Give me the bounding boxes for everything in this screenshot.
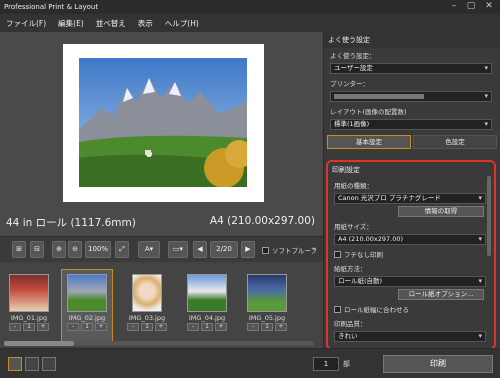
thumbnail-name: IMG_05.jpg [248,314,286,322]
menu-view[interactable]: 表示 [132,18,159,29]
menu-edit[interactable]: 編集(E) [52,18,90,29]
thumbnail-strip: IMG_01.jpg -1 + IMG_02.jpg -1 + IMG_03.jpg… [0,262,323,348]
fit-roll-checkbox[interactable]: ロール紙幅に合わせる [328,302,494,316]
copies-unit: 部 [343,360,350,368]
zoom-out-icon[interactable]: ⊖ [68,241,82,258]
printer-label: プリンター： [330,80,369,88]
text-tool-icon[interactable]: A▾ [138,241,160,258]
list-view-icon[interactable] [42,357,56,371]
softproof-label: ソフトプルーフ [272,247,318,255]
thumbnail-item[interactable]: IMG_01.jpg -1 + [4,270,54,331]
expand-icon[interactable]: » [312,245,316,253]
maximize-icon[interactable]: ▢ [464,0,478,14]
thumbnail-item-selected[interactable]: IMG_02.jpg -1 + [61,269,113,345]
minimize-icon[interactable]: – [447,0,461,14]
checkbox-icon [334,305,341,313]
checkbox-icon [262,246,269,254]
tab-color[interactable]: 色設定 [413,135,497,149]
checkbox-icon [334,250,341,258]
print-settings-section: 印刷設定 用紙の種類： Canon 光沢プロ プラチナグレード 情報の取得 用紙… [326,160,496,350]
remove-image-icon[interactable]: ⊟ [30,241,44,258]
thumbnail-image [9,274,49,312]
paper-size-field-label: 用紙サイズ： [334,223,373,231]
thumbnail-name: IMG_02.jpg [68,314,106,322]
settings-tabs: 基本設定 色設定 [327,135,497,149]
softproof-checkbox[interactable]: ソフトプルーフ [262,245,317,255]
layout-label: レイアウト(画像の配置数) [330,108,407,116]
menu-bar: ファイル(F) 編集(E) 並べ替え 表示 ヘルプ(H) [0,14,500,32]
info-button[interactable]: 情報の取得 [398,206,484,217]
paper-size-select[interactable]: A4 (210.00x297.00) [334,234,486,245]
thumbnail-scrollbar[interactable] [4,341,314,346]
feed-select[interactable]: ロール紙(自動) [334,276,486,287]
thumbnail-image [132,274,162,312]
fit-roll-label: ロール紙幅に合わせる [344,306,409,314]
favorites-label: よく使う設定： [330,52,376,60]
split-view-icon[interactable] [25,357,39,371]
media-label: 用紙の種類： [334,182,373,190]
favorites-select[interactable]: ユーザー設定 [330,63,492,74]
add-image-icon[interactable]: ⊞ [12,241,26,258]
layout-view-icon[interactable] [8,357,22,371]
paper-size-label: A4 (210.00x297.00) [209,215,315,227]
thumbnail-item[interactable]: IMG_03.jpg -1 + [122,270,172,331]
favorites-header[interactable]: よく使う設定 [324,32,500,48]
print-button[interactable]: 印刷 [383,355,493,373]
thumbnail-name: IMG_01.jpg [10,314,48,322]
quantity-stepper[interactable]: -1 + [4,323,54,331]
thumbnail-item[interactable]: IMG_04.jpg -1 + [182,270,232,331]
quantity-stepper[interactable]: -1 + [242,323,292,331]
page-setup-icon[interactable]: ▭▾ [168,241,188,258]
thumbnail-image [187,274,227,312]
next-page-icon[interactable]: ▶ [241,241,255,258]
quality-select[interactable]: きれい [334,331,486,342]
thumbnail-image [247,274,287,312]
roll-options-button[interactable]: ロール紙オプション... [398,289,484,300]
quantity-stepper[interactable]: -1 + [62,323,112,331]
layout-select[interactable]: 標準(1画像) [330,119,492,130]
copies-input[interactable]: 1 [313,357,339,371]
feed-label: 給紙方法： [334,265,367,273]
paper-sheet [63,44,264,202]
fit-icon[interactable]: ⤢ [115,241,129,258]
borderless-label: フチなし印刷 [344,251,383,259]
zoom-select[interactable]: 100% [85,241,111,258]
panel-scrollbar[interactable] [487,176,491,256]
preview-photo [79,58,247,187]
preview-toolbar: ⊞ ⊟ ⊕ ⊖ 100% ⤢ A▾ ▭▾ ◀ 2/20 ▶ ソフトプルーフ » [0,236,323,262]
quantity-stepper[interactable]: -1 + [122,323,172,331]
menu-help[interactable]: ヘルプ(H) [159,18,205,29]
print-preview: 44 in ロール (1117.6mm) A4 (210.00x297.00) [0,32,323,258]
printer-name-redacted [334,94,424,99]
borderless-checkbox[interactable]: フチなし印刷 [328,247,494,261]
quality-label: 印刷品質： [334,320,367,328]
roll-label: 44 in ロール (1117.6mm) [6,217,136,229]
media-select[interactable]: Canon 光沢プロ プラチナグレード [334,193,486,204]
zoom-in-icon[interactable]: ⊕ [52,241,66,258]
page-indicator: 2/20 [210,241,238,258]
thumbnail-item[interactable]: IMG_05.jpg -1 + [242,270,292,331]
scrollbar-thumb[interactable] [4,341,74,346]
thumbnail-name: IMG_03.jpg [128,314,166,322]
menu-file[interactable]: ファイル(F) [0,18,52,29]
bottom-bar: 1 部 印刷 [0,348,500,378]
app-window: Professional Print & Layout ファイル(F) 編集(E… [0,0,500,378]
close-icon[interactable]: ✕ [482,0,496,14]
thumbnail-name: IMG_04.jpg [188,314,226,322]
thumbnail-image [67,274,107,312]
tab-basic[interactable]: 基本設定 [327,135,411,149]
quantity-stepper[interactable]: -1 + [182,323,232,331]
title-bar: Professional Print & Layout [0,0,500,14]
prev-page-icon[interactable]: ◀ [193,241,207,258]
printer-select[interactable] [330,91,492,102]
menu-sort[interactable]: 並べ替え [90,18,132,29]
print-settings-header[interactable]: 印刷設定 [328,162,494,178]
